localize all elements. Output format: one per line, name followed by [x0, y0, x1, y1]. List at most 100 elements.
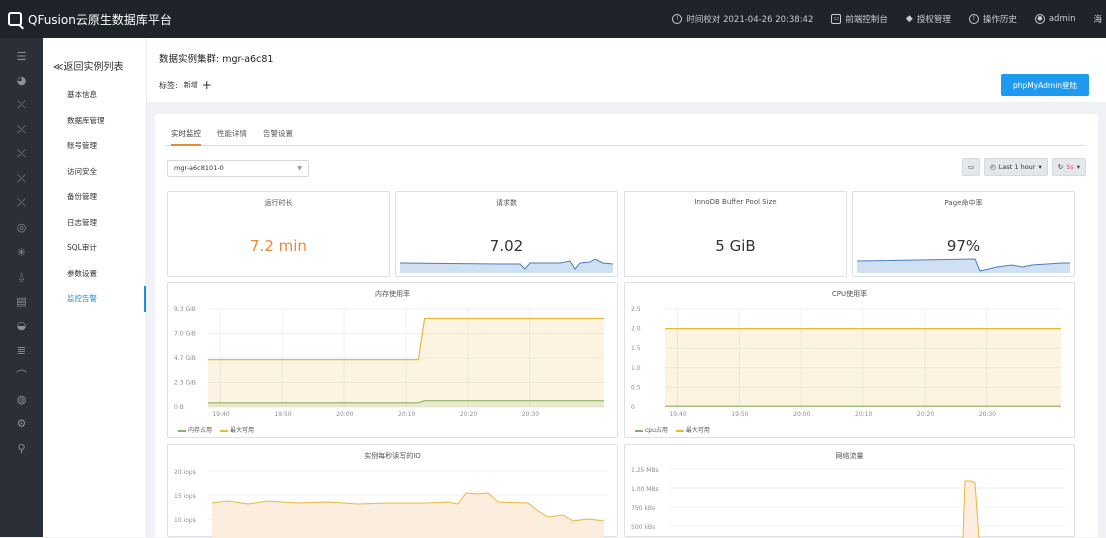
stat-title: Page命中率: [944, 199, 983, 207]
subnav-item-logs[interactable]: 日志管理: [43, 210, 146, 236]
phpmyadmin-login-button[interactable]: phpMyAdmin登陆: [1001, 74, 1089, 96]
cpu-chart-panel: CPU使用率 2.5 2.0 1.5 1.0 0.5 0 19:40 19:50 20:00 20…: [624, 282, 1075, 438]
legend-item[interactable]: cpu占用: [635, 425, 668, 434]
cluster-icon[interactable]: ⤫: [0, 93, 43, 118]
x-tick: 19:40: [669, 411, 686, 418]
user-menu[interactable]: ● admin: [1034, 14, 1075, 24]
iops-chart-panel: 实例每秒读写的IO 20 iops 15 iops 10 iops: [167, 444, 618, 538]
history-icon: !: [968, 14, 979, 24]
stat-requests: 请求数 7.02: [395, 191, 618, 277]
stat-title: InnoDB Buffer Pool Size: [694, 198, 777, 206]
iops-chart: 20 iops 15 iops 10 iops: [174, 469, 608, 538]
tv-mode-button[interactable]: ▭: [961, 158, 981, 176]
subnav-item-access-security[interactable]: 访问安全: [43, 159, 146, 185]
y-tick: 1.25 MBs: [631, 467, 659, 474]
x-tick: 19:40: [212, 411, 229, 418]
x-tick: 20:20: [460, 411, 477, 418]
monitor-icon: ▭: [967, 163, 975, 171]
legend-item[interactable]: 最大可用: [675, 425, 710, 434]
stat-title: 运行时长: [264, 199, 293, 207]
subnav-item-backup[interactable]: 备份管理: [43, 184, 146, 210]
language-switch[interactable]: 海: [1093, 13, 1102, 25]
user-icon: ●: [1034, 14, 1045, 24]
legend-item[interactable]: 最大可用: [220, 425, 254, 434]
document-icon[interactable]: ▤: [0, 289, 43, 314]
network-icon[interactable]: ✳: [0, 240, 43, 265]
add-tag-link[interactable]: 新增: [184, 80, 198, 90]
subnav-item-database[interactable]: 数据库管理: [43, 108, 146, 134]
x-tick: 20:10: [398, 411, 415, 418]
y-tick: 750 kBs: [631, 505, 655, 512]
refresh-picker[interactable]: ↻ 5s ▾: [1051, 158, 1086, 176]
back-to-instances-link[interactable]: ≪返回实例列表: [43, 38, 146, 82]
cluster-icon[interactable]: ⤫: [0, 191, 43, 216]
shield-icon[interactable]: ◍: [0, 387, 43, 412]
stat-value: 7.2 min: [250, 237, 307, 255]
y-tick: 7.0 GiB: [174, 331, 196, 338]
page-hit-sparkline: [857, 258, 1070, 273]
caret-down-icon: ▾: [1076, 163, 1080, 171]
list-icon[interactable]: ≣: [0, 338, 43, 363]
stat-uptime: 运行时长 7.2 min: [167, 191, 390, 277]
stat-value: 5 GiB: [715, 237, 756, 255]
backup-icon[interactable]: ◒: [0, 314, 43, 339]
requests-sparkline: [400, 259, 613, 273]
menu-icon[interactable]: ☰: [0, 44, 43, 69]
network-chart-panel: 网络流量 1.25 MBs 1.00 MBs 750 kBs 500 kBs: [624, 444, 1075, 538]
y-tick: 2.3 GiB: [174, 380, 196, 387]
y-tick: 0: [631, 404, 635, 411]
x-tick: 19:50: [274, 411, 291, 418]
instance-select[interactable]: mgr-a6c8101-0 ▼: [167, 160, 309, 177]
cluster-icon[interactable]: ⤫: [0, 118, 43, 143]
x-tick: 20:30: [522, 411, 539, 418]
dashboard-icon[interactable]: ◕: [0, 69, 43, 94]
stat-page-hit: Page命中率 97%: [852, 191, 1075, 277]
subnav-item-sql-audit[interactable]: SQL审计: [43, 235, 146, 261]
app-logo[interactable]: QFusion云原生数据库平台: [0, 11, 172, 28]
logo-icon: [8, 12, 22, 26]
nav-console[interactable]: ▭ 前端控制台: [831, 13, 888, 25]
tab-alerts[interactable]: 告警设置: [263, 126, 293, 146]
nav-license[interactable]: ◆ 授权管理: [906, 13, 951, 25]
bell-icon[interactable]: ⍙: [0, 265, 43, 290]
page-header: 数据实例集群: mgr-a6c81 标签: 新增 + phpMyAdmin登陆: [147, 38, 1106, 102]
subnav-item-monitoring[interactable]: 监控告警: [43, 286, 146, 312]
legend-item[interactable]: 内存占用: [178, 425, 212, 434]
subnav-item-parameters[interactable]: 参数设置: [43, 261, 146, 287]
memory-legend: 内存占用 最大可用: [178, 425, 254, 434]
y-tick: 500 kBs: [631, 524, 655, 531]
cluster-icon[interactable]: ⤫: [0, 167, 43, 192]
y-tick: 1.00 MBs: [631, 486, 659, 493]
page-title: 数据实例集群: mgr-a6c81: [159, 54, 274, 65]
settings-icon[interactable]: ⚙: [0, 412, 43, 437]
time-range-picker[interactable]: ◴ Last 1 hour ▾: [984, 158, 1048, 176]
plus-icon[interactable]: +: [202, 79, 212, 91]
tab-performance[interactable]: 性能详情: [217, 126, 247, 146]
cluster-icon[interactable]: ⤫: [0, 142, 43, 167]
app-title: QFusion云原生数据库平台: [28, 12, 172, 27]
subnav-item-basic-info[interactable]: 基本信息: [43, 82, 146, 108]
x-tick: 20:00: [336, 411, 353, 418]
tag-row: 标签: 新增 +: [159, 79, 212, 91]
monitor-icon: ▭: [831, 14, 842, 24]
y-tick: 20 iops: [174, 469, 196, 476]
tab-realtime[interactable]: 实时监控: [171, 126, 201, 146]
target-icon[interactable]: ◎: [0, 216, 43, 241]
y-tick: 15 iops: [174, 493, 196, 500]
refresh-icon: ↻: [1057, 163, 1064, 171]
cpu-legend: cpu占用 最大可用: [635, 425, 710, 434]
nav-history[interactable]: ! 操作历史: [968, 13, 1017, 25]
icon-rail: ☰ ◕ ⤫ ⤫ ⤫ ⤫ ⤫ ◎ ✳ ⍙ ▤ ◒ ≣ ⌒ ◍ ⚙ ⚲: [0, 38, 43, 537]
network-chart: 1.25 MBs 1.00 MBs 750 kBs 500 kBs: [631, 467, 1065, 538]
subnav-item-accounts[interactable]: 账号管理: [43, 133, 146, 159]
location-icon[interactable]: ⚲: [0, 436, 43, 461]
stat-value: 7.02: [489, 237, 524, 255]
link-icon[interactable]: ⌒: [0, 363, 43, 388]
y-tick: 2.0: [631, 326, 641, 333]
y-tick: 1.0: [631, 365, 641, 372]
sub-nav: ≪返回实例列表 基本信息 数据库管理 账号管理 访问安全 备份管理 日志管理 S…: [43, 38, 147, 537]
y-tick: 0 B: [174, 404, 184, 411]
series-area: [665, 328, 1061, 407]
y-tick: 9.3 GiB: [174, 306, 196, 313]
monitor-content: 实时监控 性能详情 告警设置 mgr-a6c8101-0 ▼ ▭ ◴ Last …: [155, 114, 1098, 538]
